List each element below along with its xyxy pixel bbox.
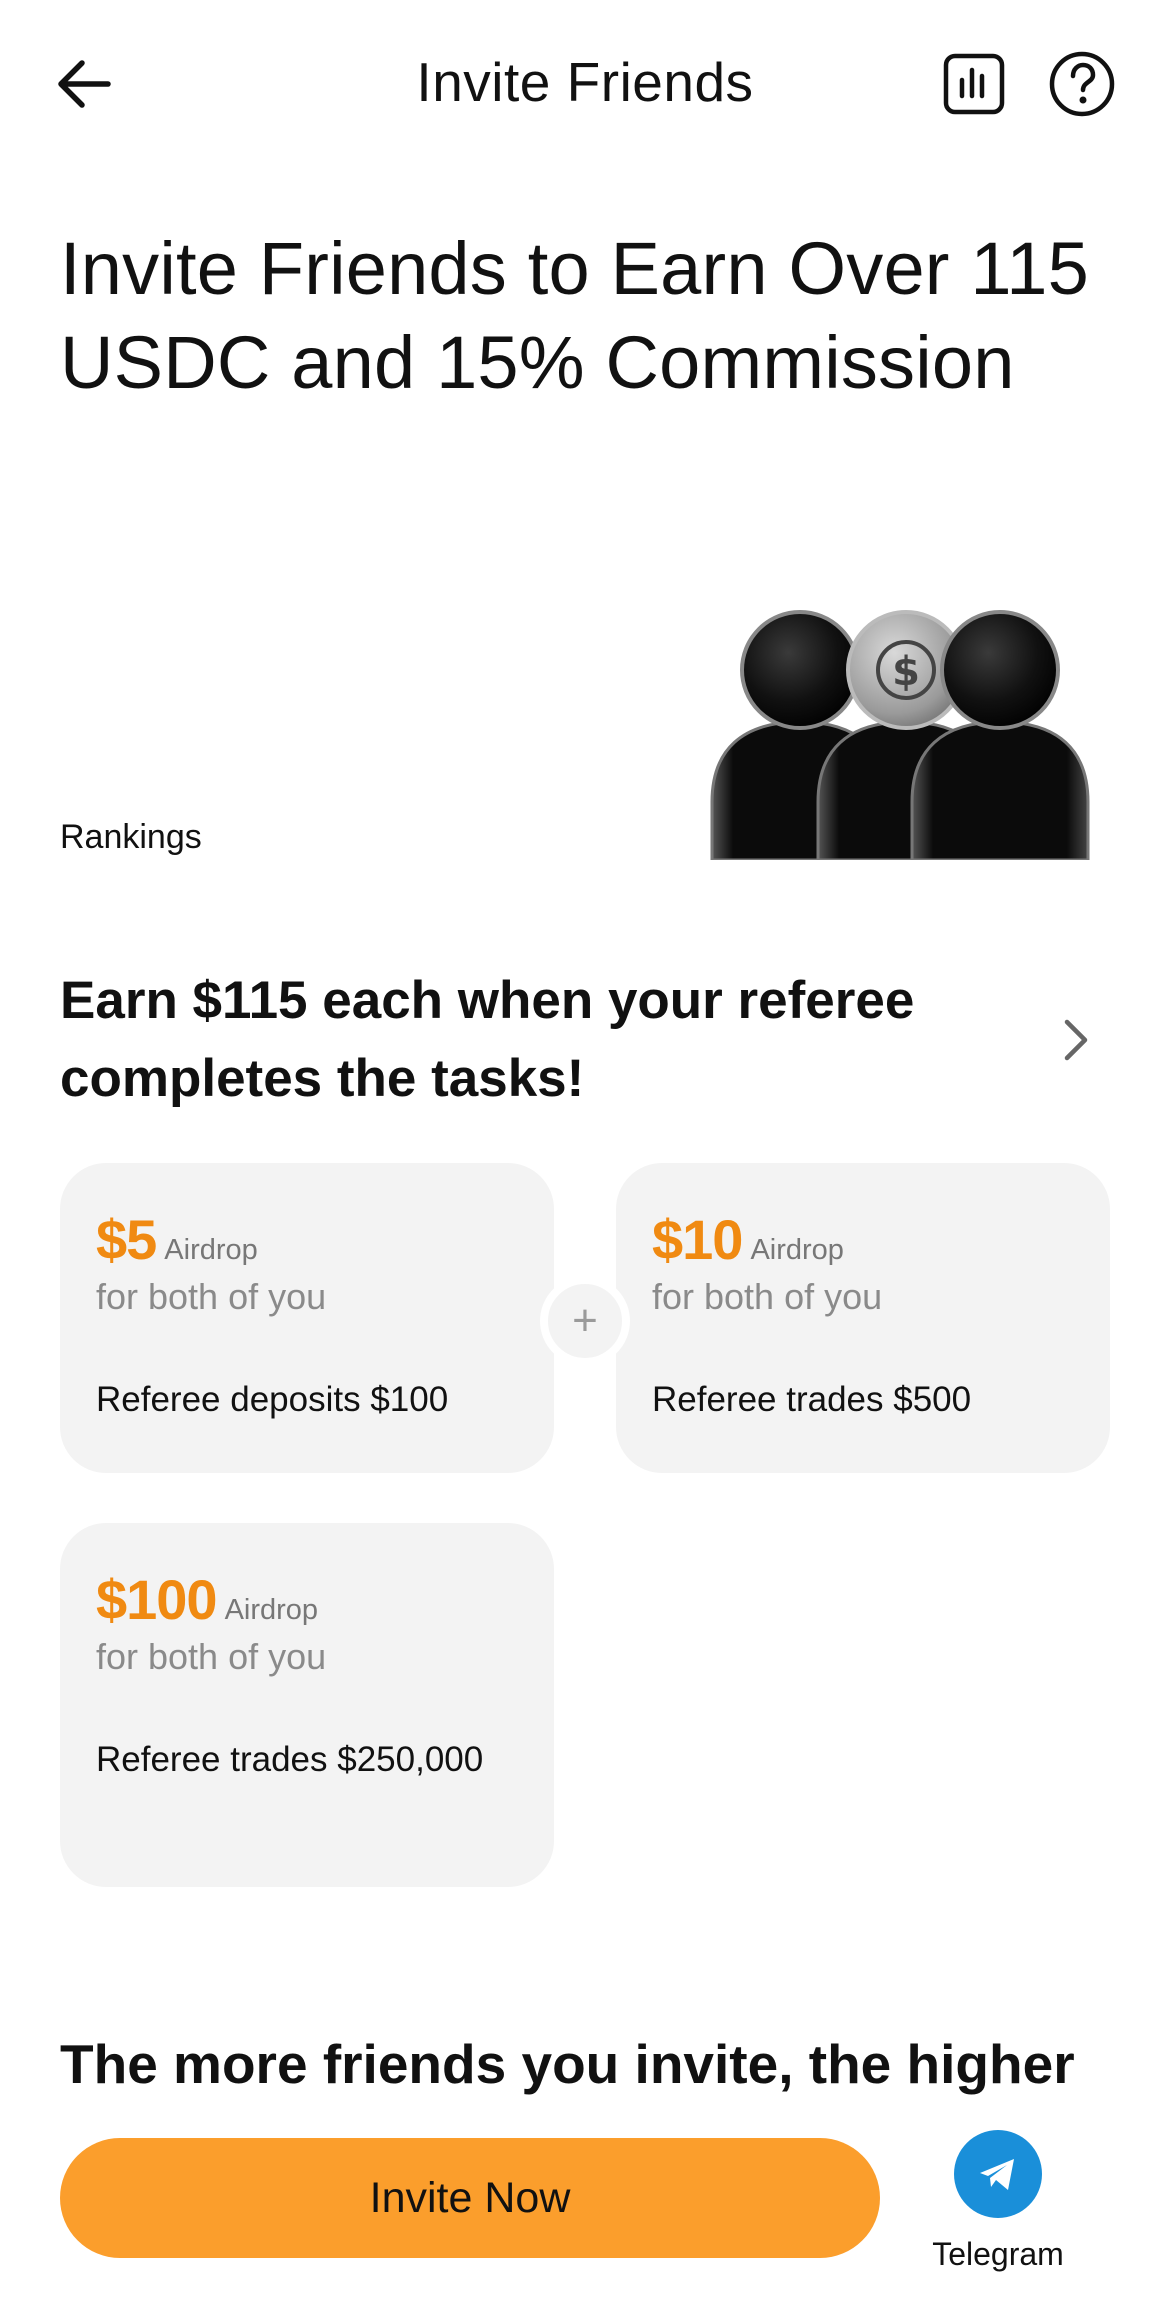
telegram-icon — [954, 2130, 1042, 2218]
task-card-deposit: $5 Airdrop for both of you Referee deposi… — [60, 1163, 554, 1473]
referral-people-illustration: $ — [700, 590, 1100, 862]
reward-subtitle: for both of you — [652, 1276, 883, 1317]
help-button[interactable] — [1048, 50, 1116, 118]
plus-icon: + — [540, 1276, 630, 1366]
invite-friends-page: Invite Friends Invite Friends to Earn Ov… — [0, 0, 1170, 2306]
reward-amount: $100 — [96, 1568, 218, 1631]
reward-amount: $5 — [96, 1208, 157, 1271]
next-section-title: The more friends you invite, the higher — [60, 2033, 1075, 2095]
telegram-label: Telegram — [932, 2236, 1064, 2272]
reward-type: Airdrop — [164, 1234, 258, 1266]
bottom-action-bar: Invite Now Telegram — [0, 2098, 1170, 2306]
reward-type: Airdrop — [750, 1234, 844, 1266]
question-circle-icon — [1049, 51, 1115, 117]
top-bar: Invite Friends — [0, 0, 1170, 170]
task-description: Referee trades $250,000 — [96, 1740, 484, 1779]
task-description: Referee deposits $100 — [96, 1380, 449, 1419]
invite-now-button[interactable]: Invite Now — [60, 2138, 880, 2258]
chevron-right-icon — [1064, 1019, 1088, 1061]
task-card-trade-500: $10 Airdrop for both of you Referee trade… — [616, 1163, 1110, 1473]
bar-chart-icon — [943, 53, 1005, 115]
reward-type: Airdrop — [224, 1594, 319, 1626]
telegram-share-button[interactable]: Telegram — [928, 2130, 1068, 2290]
rankings-link[interactable]: Rankings — [60, 818, 202, 857]
reward-amount-row: $100 Airdrop — [96, 1567, 318, 1632]
task-description: Referee trades $500 — [652, 1380, 972, 1419]
svg-text:$: $ — [892, 649, 920, 695]
tasks-details-button[interactable] — [1055, 1012, 1099, 1068]
task-card-trade-250000: $100 Airdrop for both of you Referee trad… — [60, 1523, 554, 1887]
reward-amount: $10 — [652, 1208, 743, 1271]
rankings-stats-button[interactable] — [942, 52, 1006, 116]
reward-subtitle: for both of you — [96, 1636, 327, 1677]
reward-amount-row: $5 Airdrop — [96, 1207, 258, 1272]
reward-amount-row: $10 Airdrop — [652, 1207, 844, 1272]
reward-subtitle: for both of you — [96, 1276, 327, 1317]
hero-title: Invite Friends to Earn Over 115 USDC and… — [60, 227, 1089, 404]
tasks-section-title: Earn $115 each when your referee complet… — [60, 971, 915, 1108]
